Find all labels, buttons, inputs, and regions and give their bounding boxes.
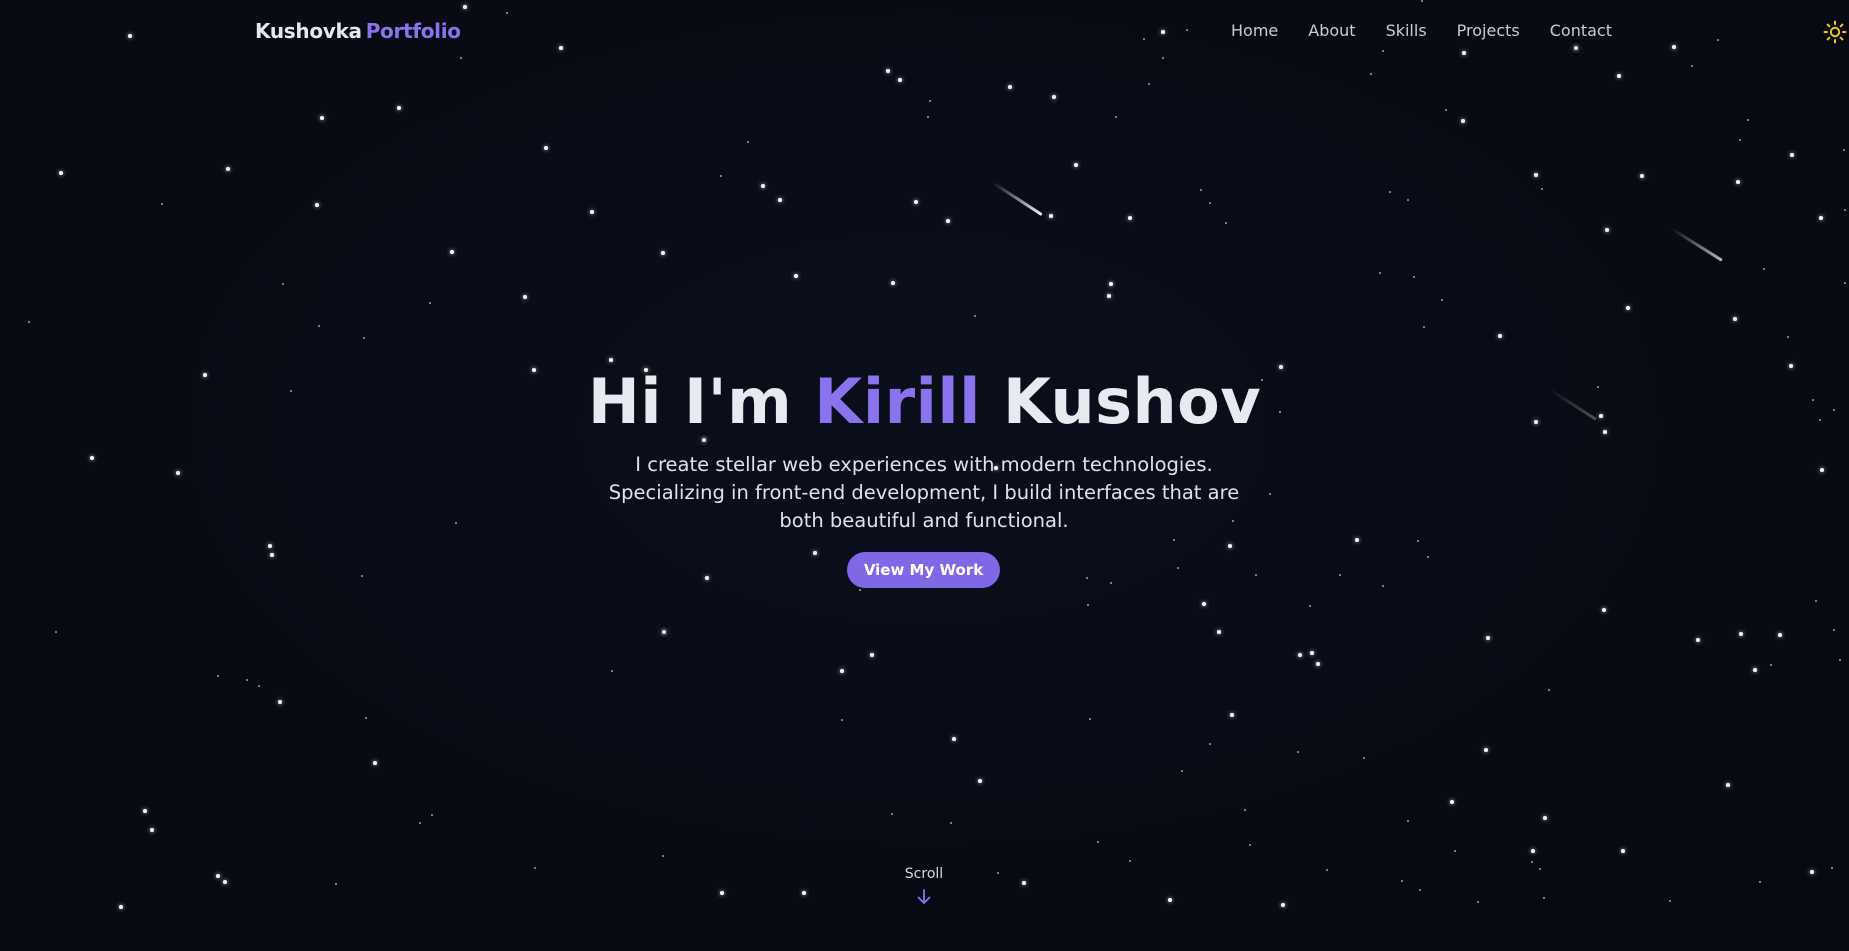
view-my-work-button[interactable]: View My Work (847, 552, 1000, 588)
scroll-indicator[interactable]: Scroll (874, 866, 974, 906)
hero-title-highlight: Kirill (814, 365, 981, 438)
arrow-down-icon (917, 889, 931, 904)
starry-page: Kushovka Portfolio Home About Skills Proj… (0, 0, 1849, 951)
hero-title-suffix: Kushov (1003, 365, 1262, 438)
hero-title-prefix: Hi I'm (587, 365, 793, 438)
hero-title: Hi I'm Kirill Kushov (0, 364, 1849, 440)
scroll-label: Scroll (904, 866, 944, 882)
hero-subtitle: I create stellar web experiences with mo… (608, 453, 1240, 532)
hero-section: Hi I'm Kirill Kushov I create stellar we… (0, 0, 1849, 951)
